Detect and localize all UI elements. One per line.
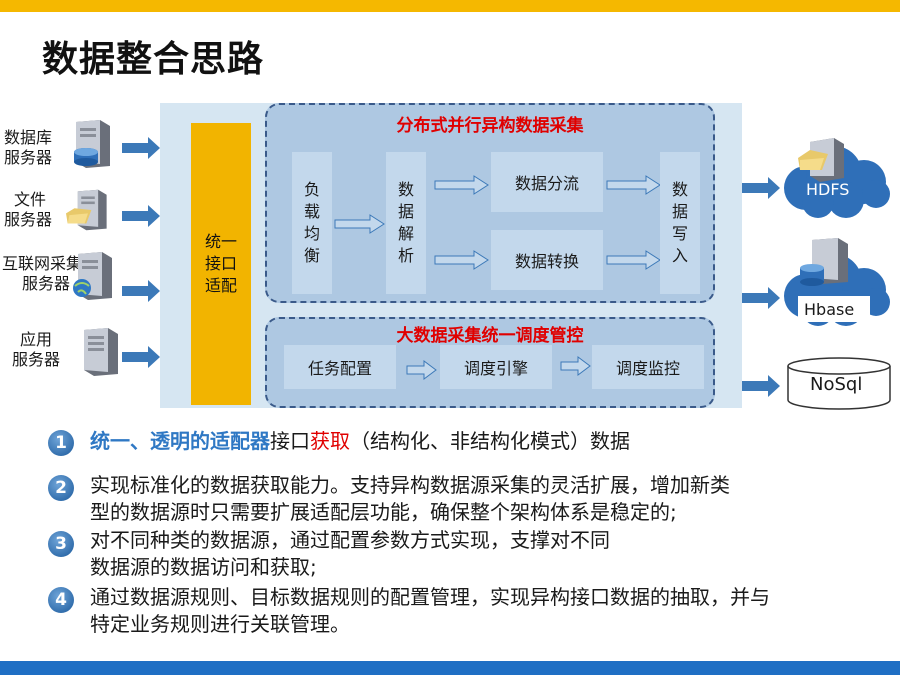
application-server-icon xyxy=(84,328,118,376)
data-convert-label: 数据转换 xyxy=(514,252,579,271)
data-split-box: 数据分流 xyxy=(491,152,603,212)
task-config-box: 任务配置 xyxy=(284,345,396,389)
server-label-line: 服务器 xyxy=(4,148,53,167)
bullet-1-part: 统一、透明的适配器 xyxy=(90,429,270,453)
scheduler-engine-box: 调度引擎 xyxy=(440,345,552,389)
bullet-number: 2 xyxy=(48,475,74,501)
bullet-2-line: 实现标准化的数据获取能力。支持异构数据源采集的灵活扩展，增加新类 xyxy=(90,473,730,497)
server-label-line: 服务器 xyxy=(12,350,61,369)
input-arrow xyxy=(122,137,160,159)
top-accent-bar xyxy=(0,0,900,12)
flow-arrow-icon xyxy=(560,356,591,376)
bullet-1-part: （结构化、非结构化模式）数据 xyxy=(350,429,630,453)
flow-arrow-icon xyxy=(606,250,661,270)
hbase-label: Hbase xyxy=(804,300,855,319)
load-balance-box: 负 载 均 衡 xyxy=(292,152,332,294)
data-parse-box: 数 据 解 析 xyxy=(386,152,426,294)
task-config-label: 任务配置 xyxy=(307,359,372,378)
database-server-icon xyxy=(74,120,110,168)
server-label-line: 服务器 xyxy=(4,210,53,229)
nosql-store: NoSql xyxy=(786,356,892,412)
flow-arrow-icon xyxy=(334,214,385,234)
flow-arrow-icon xyxy=(434,250,489,270)
input-arrow xyxy=(122,280,160,302)
load-balance-label: 负 载 均 衡 xyxy=(303,180,320,265)
adapter-label: 统一 接口 适配 xyxy=(204,232,237,295)
hbase-store: Hbase xyxy=(776,238,894,330)
bullet-3-line: 数据源的数据访问和获取; xyxy=(90,555,317,579)
cloud-icon xyxy=(784,138,890,218)
bullet-1-part: 获取 xyxy=(310,429,350,453)
scheduler-monitor-box: 调度监控 xyxy=(592,345,704,389)
scheduler-engine-label: 调度引擎 xyxy=(463,359,528,378)
bullet-4-line: 通过数据源规则、目标数据规则的配置管理，实现异构接口数据的抽取，并与 xyxy=(90,585,770,609)
bullet-2-line: 型的数据源时只需要扩展适配层功能，确保整个架构体系是稳定的; xyxy=(90,500,677,524)
data-write-box: 数 据 写 入 xyxy=(660,152,700,294)
file-server-icon xyxy=(66,189,107,231)
data-split-label: 数据分流 xyxy=(514,174,579,193)
output-arrow xyxy=(742,375,780,397)
page-title: 数据整合思路 xyxy=(42,39,265,80)
bullet-number: 4 xyxy=(48,587,74,613)
input-arrow xyxy=(122,346,160,368)
distributed-collection-group: 分布式并行异构数据采集 xyxy=(265,103,715,303)
flow-arrow-icon xyxy=(606,175,661,195)
data-convert-box: 数据转换 xyxy=(491,230,603,290)
bullet-text-2: 实现标准化的数据获取能力。支持异构数据源采集的灵活扩展，增加新类 型的数据源时只… xyxy=(90,472,730,526)
flow-arrow-icon xyxy=(434,175,489,195)
data-parse-label: 数 据 解 析 xyxy=(397,180,414,265)
bullet-3-line: 对不同种类的数据源，通过配置参数方式实现，支撑对不同 xyxy=(90,528,610,552)
hdfs-store: HDFS xyxy=(776,130,894,222)
bullet-4-line: 特定业务规则进行关联管理。 xyxy=(90,612,350,636)
server-label-line: 文件 xyxy=(14,190,47,209)
scheduling-group-title: 大数据采集统一调度管控 xyxy=(396,326,584,346)
unified-adapter-box: 统一 接口 适配 xyxy=(191,123,251,405)
bottom-accent-bar xyxy=(0,661,900,675)
internet-server-icon xyxy=(73,252,112,300)
bullet-number: 3 xyxy=(48,531,74,557)
input-arrow xyxy=(122,205,160,227)
bullet-number: 1 xyxy=(48,430,74,456)
bullet-text-3: 对不同种类的数据源，通过配置参数方式实现，支撑对不同 数据源的数据访问和获取; xyxy=(90,527,610,581)
hdfs-label: HDFS xyxy=(806,180,850,199)
bullet-1-part: 接口 xyxy=(270,429,310,453)
server-label-line: 数据库 xyxy=(4,128,53,147)
bullet-text-4: 通过数据源规则、目标数据规则的配置管理，实现异构接口数据的抽取，并与 特定业务规… xyxy=(90,584,770,638)
scheduler-monitor-label: 调度监控 xyxy=(615,359,680,378)
flow-arrow-icon xyxy=(406,360,437,380)
bullet-text-1: 统一、透明的适配器接口获取（结构化、非结构化模式）数据 xyxy=(90,428,630,455)
collection-group-title: 分布式并行异构数据采集 xyxy=(396,116,584,136)
server-label-line: 应用 xyxy=(20,330,53,349)
data-write-label: 数 据 写 入 xyxy=(671,180,688,265)
nosql-label: NoSql xyxy=(810,374,863,395)
